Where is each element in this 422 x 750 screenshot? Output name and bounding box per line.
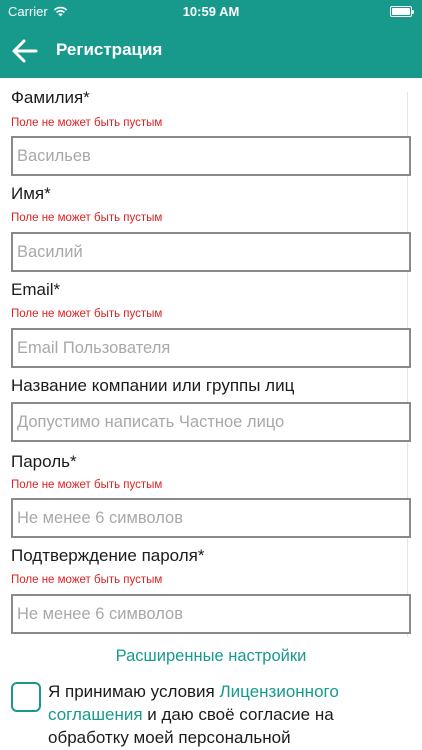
first-name-error: Поле не может быть пустым xyxy=(11,212,163,224)
status-bar: Carrier 10:59 AM xyxy=(0,0,422,24)
status-time: 10:59 AM xyxy=(182,4,240,19)
surname-input[interactable] xyxy=(11,136,411,176)
surname-label: Фамилия* xyxy=(11,88,90,107)
password-confirm-input[interactable] xyxy=(11,594,411,634)
password-error: Поле не может быть пустым xyxy=(11,479,163,491)
password-confirm-label: Подтверждение пароля* xyxy=(11,546,205,565)
password-confirm-error: Поле не может быть пустым xyxy=(11,574,163,586)
nav-bar: Регистрация xyxy=(0,24,422,78)
surname-error: Поле не может быть пустым xyxy=(11,117,163,129)
email-label: Email* xyxy=(11,280,61,299)
company-input[interactable] xyxy=(11,402,411,442)
company-label: Название компании или группы лиц xyxy=(11,376,295,395)
page-title: Регистрация xyxy=(56,40,163,59)
first-name-label: Имя* xyxy=(11,184,51,203)
password-input[interactable] xyxy=(11,498,411,538)
first-name-input[interactable] xyxy=(11,232,411,272)
agreement-checkbox[interactable] xyxy=(11,682,41,712)
email-input[interactable] xyxy=(11,328,411,368)
battery-icon xyxy=(390,6,414,17)
advanced-settings-link[interactable]: Расширенные настройки xyxy=(0,647,422,666)
arrow-left-icon xyxy=(12,39,38,63)
agreement-text-before: Я принимаю условия xyxy=(48,682,220,701)
email-error: Поле не может быть пустым xyxy=(11,308,163,320)
password-label: Пароль* xyxy=(11,452,77,471)
back-button[interactable] xyxy=(10,36,40,66)
agreement-text: Я принимаю условия Лицензионного соглаше… xyxy=(48,680,378,749)
